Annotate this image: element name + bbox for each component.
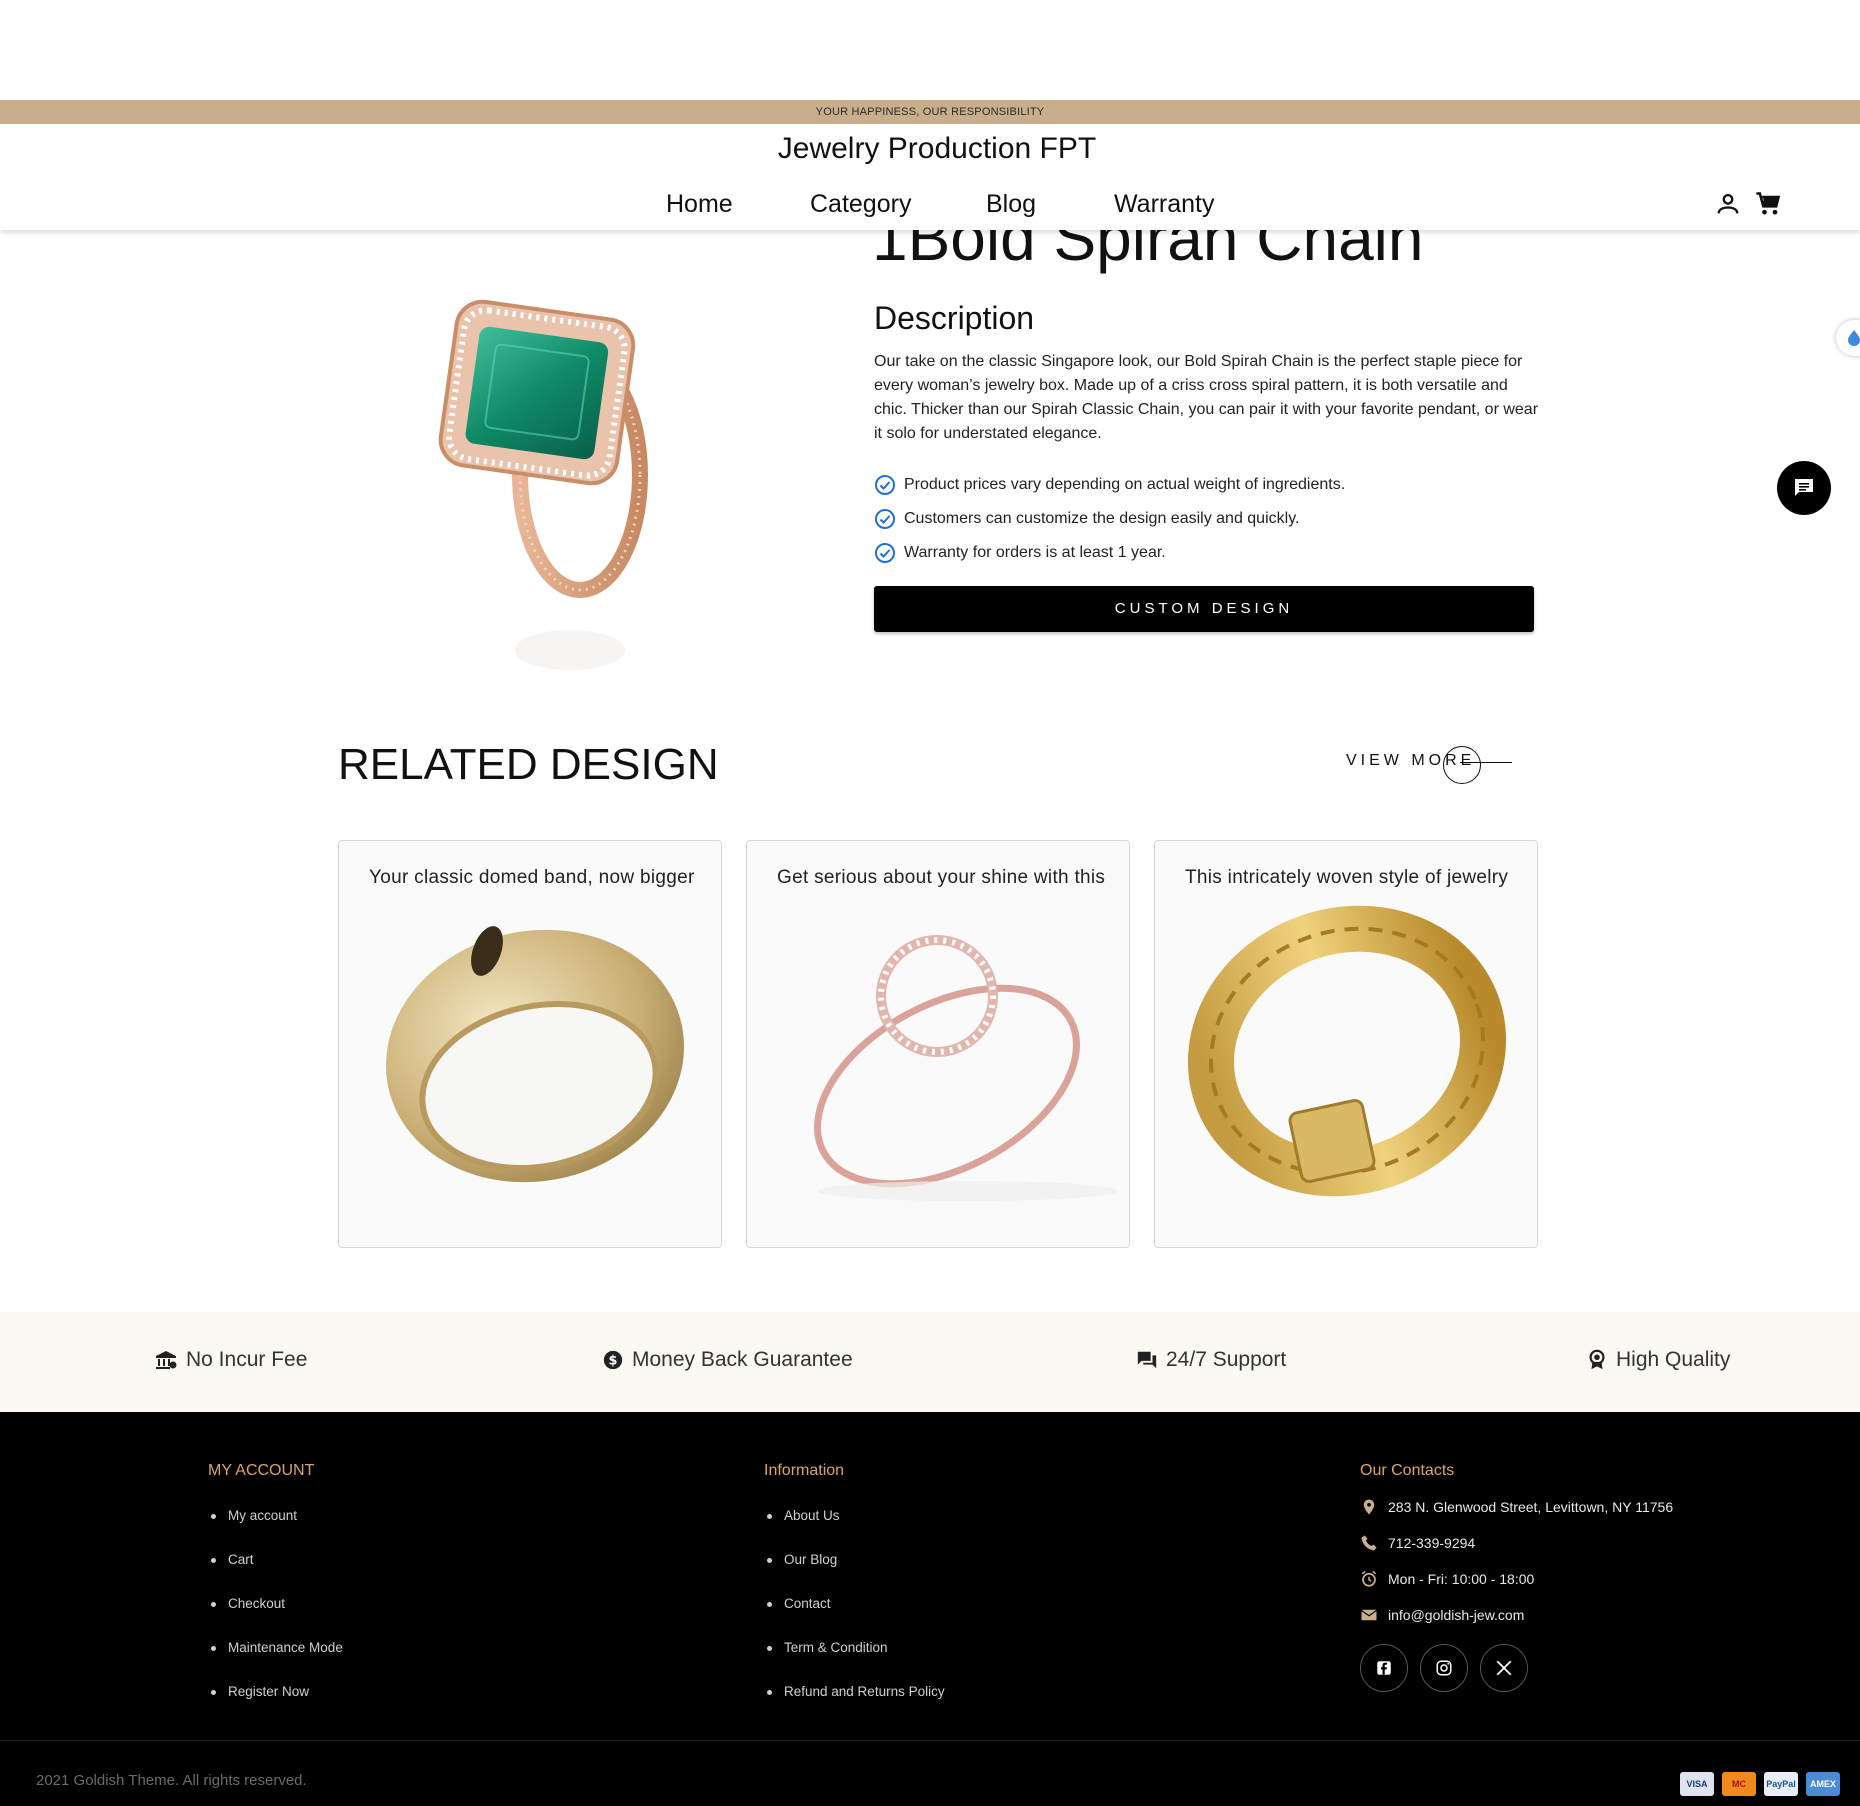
footer-link[interactable]: Term & Condition [764, 1640, 945, 1684]
related-design-heading: RELATED DESIGN [338, 740, 719, 789]
contact-email: info@goldish-jew.com [1360, 1606, 1524, 1624]
facebook-icon [1377, 1661, 1391, 1675]
footer-link[interactable]: Contact [764, 1596, 945, 1640]
checklist-item: Customers can customize the design easil… [874, 502, 1345, 536]
alarm-clock-icon [1361, 1570, 1377, 1587]
contact-address: 283 N. Glenwood Street, Levittown, NY 11… [1360, 1498, 1673, 1516]
copyright: 2021 Goldish Theme. All rights reserved. [36, 1772, 307, 1789]
view-more-circle [1443, 746, 1481, 784]
top-announcement-bar: YOUR HAPPINESS, OUR RESPONSIBILITY [0, 100, 1860, 124]
forum-icon [1137, 1351, 1157, 1369]
check-circle-icon [875, 475, 895, 495]
award-icon [1589, 1349, 1605, 1370]
contact-text: Mon - Fri: 10:00 - 18:00 [1388, 1571, 1535, 1587]
nav-warranty[interactable]: Warranty [1114, 190, 1214, 219]
instagram-icon [1436, 1660, 1452, 1676]
card-title: Get serious about your shine with this [777, 867, 1106, 888]
mail-icon [1361, 1609, 1377, 1621]
x-button[interactable] [1480, 1644, 1528, 1692]
woven-gold-ring-image [1187, 905, 1507, 1197]
facebook-button[interactable] [1360, 1644, 1408, 1692]
footer-link[interactable]: Refund and Returns Policy [764, 1684, 945, 1728]
my-account-links: My account Cart Checkout Maintenance Mod… [208, 1508, 343, 1728]
view-more-arrow-line [1460, 762, 1512, 763]
footer-link[interactable]: Register Now [208, 1684, 343, 1728]
footer-divider [0, 1740, 1860, 1741]
checklist-item: Product prices vary depending on actual … [874, 468, 1345, 502]
feature-label: High Quality [1616, 1348, 1731, 1371]
circle-diamond-ring-image [814, 935, 1117, 1201]
feature-checklist: Product prices vary depending on actual … [874, 468, 1345, 570]
check-circle-icon [875, 509, 895, 529]
site-footer: MY ACCOUNT My account Cart Checkout Main… [0, 1412, 1860, 1806]
checklist-text: Customers can customize the design easil… [904, 510, 1300, 527]
location-pin-icon [1363, 1499, 1375, 1515]
main-nav: Home Category Blog Warranty [0, 190, 1860, 230]
footer-link[interactable]: My account [208, 1508, 343, 1552]
card-title: This intricately woven style of jewelry [1185, 867, 1509, 888]
related-card[interactable]: Your classic domed band, now bigger [338, 840, 722, 1248]
my-account-heading: MY ACCOUNT [208, 1462, 315, 1479]
footer-link[interactable]: Cart [208, 1552, 343, 1596]
instagram-button[interactable] [1420, 1644, 1468, 1692]
information-links: About Us Our Blog Contact Term & Conditi… [764, 1508, 945, 1728]
cart-icon[interactable] [1754, 190, 1782, 218]
nav-blog[interactable]: Blog [986, 190, 1036, 219]
information-heading: Information [764, 1462, 845, 1479]
feature-no-incur-fee: No Incur Fee [154, 1348, 307, 1372]
checklist-item: Warranty for orders is at least 1 year. [874, 536, 1345, 570]
mastercard-icon: MC [1722, 1772, 1756, 1796]
contacts-heading: Our Contacts [1360, 1462, 1455, 1479]
site-header: Jewelry Production FPT Home Category Blo… [0, 124, 1860, 230]
brand-logo[interactable]: Jewelry Production FPT [0, 132, 1860, 166]
tagline: YOUR HAPPINESS, OUR RESPONSIBILITY [815, 106, 1045, 118]
phone-icon [1361, 1535, 1377, 1551]
visa-icon: VISA [1680, 1772, 1714, 1796]
feature-money-back: $ Money Back Guarantee [602, 1348, 853, 1372]
related-card[interactable]: This intricately woven style of jewelry [1154, 840, 1538, 1248]
side-widget-tab[interactable] [1836, 320, 1860, 356]
amex-icon: AMEX [1806, 1772, 1840, 1796]
features-strip: No Incur Fee $ Money Back Guarantee 24/7… [0, 1312, 1860, 1412]
contact-phone: 712-339-9294 [1360, 1534, 1475, 1552]
footer-link[interactable]: Checkout [208, 1596, 343, 1640]
bank-icon [156, 1351, 177, 1369]
description-text: Our take on the classic Singapore look, … [874, 353, 1539, 442]
feature-label: Money Back Guarantee [632, 1348, 853, 1371]
related-card[interactable]: Get serious about your shine with this [746, 840, 1130, 1248]
nav-category[interactable]: Category [810, 190, 911, 219]
chat-button[interactable] [1777, 461, 1831, 515]
product-image [438, 299, 648, 670]
droplet-icon [1848, 330, 1860, 346]
checklist-text: Product prices vary depending on actual … [904, 476, 1346, 493]
paypal-icon: PayPal [1764, 1772, 1798, 1796]
contact-text: 283 N. Glenwood Street, Levittown, NY 11… [1388, 1499, 1674, 1515]
description-heading: Description [874, 300, 1035, 336]
feature-support: 24/7 Support [1136, 1348, 1286, 1372]
nav-home[interactable]: Home [666, 190, 733, 219]
contact-text: 712-339-9294 [1388, 1535, 1476, 1551]
custom-design-button[interactable]: CUSTOM DESIGN [874, 586, 1534, 632]
x-icon [1496, 1660, 1512, 1676]
check-circle-icon [875, 543, 895, 563]
card-title: Your classic domed band, now bigger [369, 867, 695, 888]
footer-link[interactable]: Our Blog [764, 1552, 945, 1596]
footer-link[interactable]: About Us [764, 1508, 945, 1552]
contact-hours: Mon - Fri: 10:00 - 18:00 [1360, 1570, 1534, 1588]
svg-text:$: $ [609, 1354, 618, 1369]
footer-link[interactable]: Maintenance Mode [208, 1640, 343, 1684]
checklist-text: Warranty for orders is at least 1 year. [904, 544, 1166, 561]
feature-label: No Incur Fee [186, 1348, 308, 1371]
domed-band-image [385, 926, 685, 1183]
feature-label: 24/7 Support [1166, 1348, 1287, 1371]
contact-text[interactable]: info@goldish-jew.com [1388, 1607, 1524, 1623]
account-icon[interactable] [1714, 190, 1742, 218]
feature-high-quality: High Quality [1586, 1348, 1730, 1372]
chat-icon [1795, 479, 1813, 496]
dollar-circle-icon: $ [603, 1350, 623, 1370]
